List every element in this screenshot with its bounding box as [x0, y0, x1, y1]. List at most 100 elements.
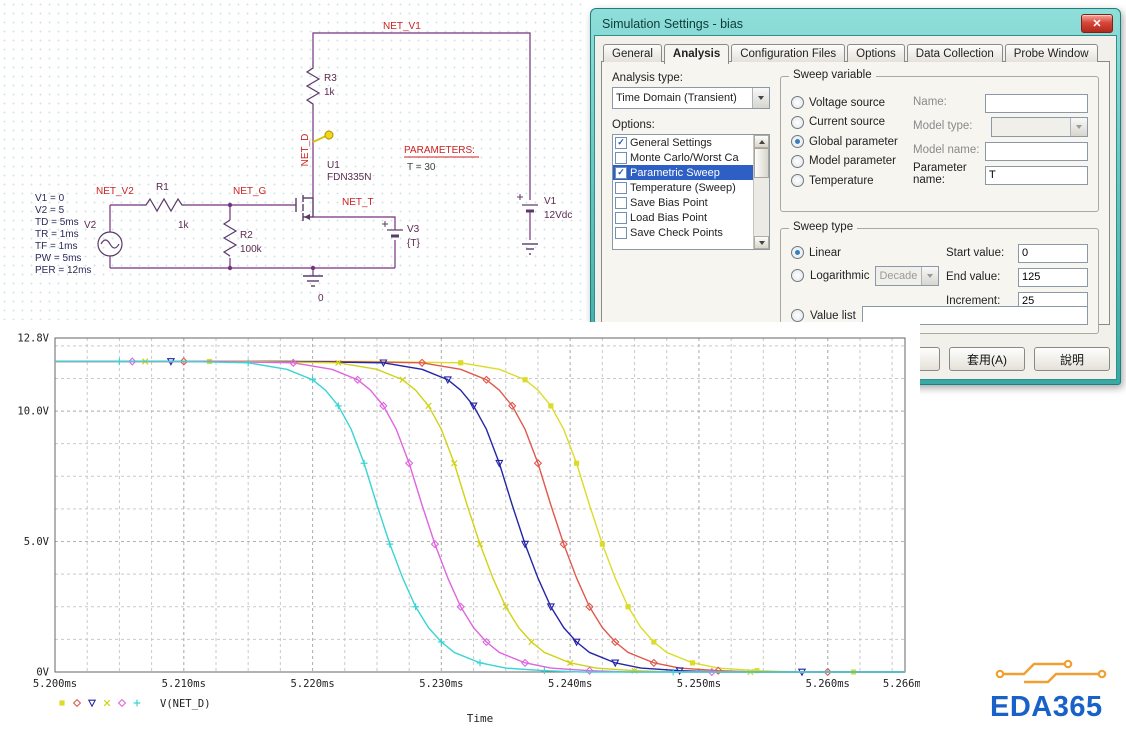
- series-run-3[interactable]: [55, 358, 905, 677]
- r2-val[interactable]: 100k: [240, 244, 263, 255]
- series-run-4[interactable]: [55, 358, 905, 676]
- checkbox-icon[interactable]: [615, 226, 627, 239]
- series-run-5[interactable]: [55, 357, 905, 677]
- source-v1[interactable]: [517, 194, 538, 255]
- option-load-bias-point[interactable]: Load Bias Point: [613, 210, 754, 225]
- checkbox-icon[interactable]: [615, 211, 627, 224]
- v3-val[interactable]: {T}: [407, 238, 420, 249]
- tab-probe-window[interactable]: Probe Window: [1004, 44, 1098, 62]
- param-line: TR = 1ms: [35, 229, 79, 240]
- apply-button[interactable]: 套用(A): [949, 347, 1025, 371]
- net-label-net-v2[interactable]: NET_V2: [96, 186, 134, 197]
- checkbox-icon[interactable]: [615, 196, 627, 209]
- u1-ref[interactable]: U1: [327, 160, 340, 171]
- radio-icon[interactable]: [791, 246, 804, 260]
- radio-global-parameter[interactable]: Global parameter: [791, 132, 898, 152]
- net-label-net-t[interactable]: NET_T: [342, 197, 374, 208]
- checkbox-icon[interactable]: ✓: [615, 136, 627, 149]
- net-label-net-g[interactable]: NET_G: [233, 186, 267, 197]
- plot-border: [54, 337, 906, 673]
- options-scrollbar[interactable]: [753, 135, 769, 249]
- radio-icon[interactable]: [791, 115, 804, 129]
- parameter-name-input[interactable]: [985, 165, 1088, 185]
- r1-ref[interactable]: R1: [156, 182, 169, 193]
- series-run-6[interactable]: [55, 358, 905, 676]
- help-button[interactable]: 說明: [1034, 347, 1110, 371]
- param-line: PER = 12ms: [35, 265, 91, 276]
- v3-ref[interactable]: V3: [407, 224, 420, 235]
- option-save-check-points[interactable]: Save Check Points: [613, 225, 754, 240]
- ground-symbol[interactable]: [303, 275, 323, 287]
- tab-data-collection[interactable]: Data Collection: [906, 44, 1003, 62]
- parameters-value[interactable]: T = 30: [407, 162, 436, 173]
- v1-ref[interactable]: V1: [544, 196, 557, 207]
- option-save-bias-point[interactable]: Save Bias Point: [613, 195, 754, 210]
- end-value-input[interactable]: [1018, 267, 1088, 287]
- scroll-down-button[interactable]: [754, 236, 769, 249]
- radio-model-parameter[interactable]: Model parameter: [791, 152, 898, 172]
- analysis-type-combo[interactable]: Time Domain (Transient): [612, 87, 770, 109]
- model-type-combo-button[interactable]: [1070, 118, 1087, 136]
- component-labels: R3 1k R1 1k R2 100k U1 FDN335N V1 12Vdc …: [84, 73, 572, 304]
- u1-val[interactable]: FDN335N: [327, 172, 371, 183]
- r2-ref[interactable]: R2: [240, 230, 253, 241]
- radio-linear[interactable]: Linear: [791, 243, 939, 263]
- arrow-down-icon: [758, 240, 765, 245]
- name-input[interactable]: [985, 93, 1088, 113]
- mosfet-arrow: [304, 214, 310, 220]
- radio-icon[interactable]: [791, 269, 804, 282]
- source-v2[interactable]: [97, 231, 123, 257]
- close-button[interactable]: ✕: [1081, 14, 1113, 33]
- analysis-type-combo-button[interactable]: [752, 88, 769, 108]
- resistor-r2[interactable]: [222, 219, 238, 257]
- radio-icon[interactable]: [791, 96, 804, 110]
- v1-val[interactable]: 12Vdc: [544, 210, 572, 221]
- radio-voltage-source[interactable]: Voltage source: [791, 93, 898, 113]
- checkbox-icon[interactable]: ✓: [615, 166, 627, 179]
- option-parametric-sweep[interactable]: ✓ Parametric Sweep: [613, 165, 754, 180]
- v2-ref[interactable]: V2: [84, 220, 97, 231]
- checkbox-icon[interactable]: [615, 151, 627, 164]
- r1-val[interactable]: 1k: [178, 220, 190, 231]
- option-temperature-sweep[interactable]: Temperature (Sweep): [613, 180, 754, 195]
- start-value-input[interactable]: [1018, 243, 1088, 263]
- parameters-title[interactable]: PARAMETERS:: [404, 145, 475, 156]
- tab-analysis[interactable]: Analysis: [663, 44, 730, 64]
- radio-icon[interactable]: [791, 135, 804, 149]
- radio-icon[interactable]: [791, 154, 804, 168]
- series-run-1[interactable]: [55, 358, 905, 675]
- probe-marker[interactable]: [312, 130, 334, 143]
- tab-configuration-files[interactable]: Configuration Files: [731, 44, 846, 62]
- r3-val[interactable]: 1k: [324, 87, 336, 98]
- model-name-input[interactable]: [985, 141, 1088, 161]
- tab-options[interactable]: Options: [847, 44, 905, 62]
- checkbox-icon[interactable]: [615, 181, 627, 194]
- source-param-block[interactable]: V1 = 0 V2 = 5 TD = 5ms TR = 1ms TF = 1ms…: [35, 193, 91, 276]
- net-label-net-v1[interactable]: NET_V1: [383, 21, 421, 32]
- net-label-net-d[interactable]: NET_D: [300, 134, 311, 167]
- radio-value-list[interactable]: [791, 309, 804, 322]
- model-type-combo[interactable]: [991, 117, 1088, 137]
- plot-legend[interactable]: V(NET_D): [59, 698, 211, 710]
- start-value-row: Start value:: [946, 241, 1088, 265]
- radio-current-source[interactable]: Current source: [791, 113, 898, 133]
- radio-icon[interactable]: [791, 174, 804, 188]
- ground-label[interactable]: 0: [318, 293, 324, 304]
- logarithmic-combo-button[interactable]: [921, 266, 939, 285]
- radio-temperature[interactable]: Temperature: [791, 171, 898, 191]
- option-monte-carlo[interactable]: Monte Carlo/Worst Ca: [613, 150, 754, 165]
- param-line: TF = 1ms: [35, 241, 78, 252]
- r3-ref[interactable]: R3: [324, 73, 337, 84]
- series-run-2[interactable]: [55, 357, 905, 677]
- scroll-thumb[interactable]: [754, 148, 769, 178]
- chevron-down-icon: [1076, 125, 1082, 129]
- resistor-r1[interactable]: [140, 197, 186, 213]
- resistor-r3[interactable]: [305, 62, 321, 110]
- tab-general[interactable]: General: [603, 44, 662, 62]
- source-v3[interactable]: [382, 221, 403, 238]
- scroll-up-button[interactable]: [754, 135, 769, 148]
- option-general-settings[interactable]: ✓ General Settings: [613, 135, 754, 150]
- logarithmic-combo[interactable]: Decade: [875, 265, 940, 286]
- radio-logarithmic[interactable]: Logarithmic Decade: [791, 263, 940, 289]
- dialog-titlebar[interactable]: Simulation Settings - bias ✕: [594, 12, 1117, 35]
